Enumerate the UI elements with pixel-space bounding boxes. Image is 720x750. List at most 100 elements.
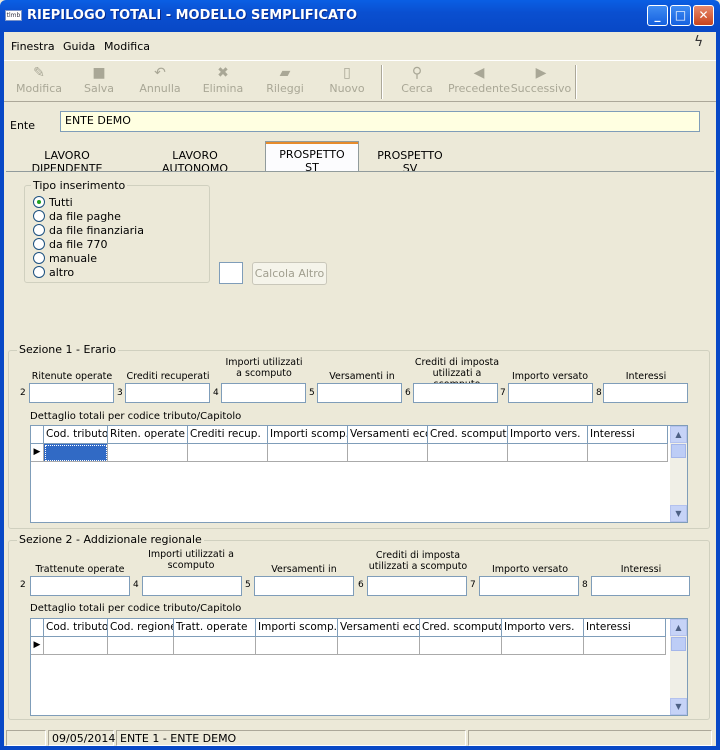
- menu-finestra[interactable]: Finestra: [11, 40, 55, 53]
- maximize-button[interactable]: □: [670, 5, 691, 26]
- tab-lavoro-autonomo[interactable]: LAVORO AUTONOMO: [131, 143, 259, 175]
- grid-cell[interactable]: [348, 444, 428, 462]
- elimina-button[interactable]: ✖ Elimina: [188, 65, 258, 99]
- grid-cell[interactable]: [428, 444, 508, 462]
- importi-scomputo-input[interactable]: [221, 383, 306, 403]
- cerca-button[interactable]: ⚲ Cerca: [382, 65, 452, 99]
- radio-label: altro: [49, 266, 75, 279]
- sezione-1-grid[interactable]: Cod. tributo/C Riten. operate Crediti re…: [30, 425, 688, 523]
- importo-versato-input[interactable]: [508, 383, 593, 403]
- minimize-button[interactable]: _: [647, 5, 668, 26]
- column-header[interactable]: Cod. tributo/C: [44, 619, 108, 637]
- tab-lavoro-dipendente[interactable]: LAVORO DIPENDENTE: [6, 143, 128, 175]
- interessi-input[interactable]: [591, 576, 690, 596]
- menu-modifica[interactable]: Modifica: [104, 40, 150, 53]
- versamenti-eccesso-input[interactable]: [254, 576, 354, 596]
- ente-field[interactable]: ENTE DEMO: [60, 111, 700, 132]
- importi-scomputo-input[interactable]: [142, 576, 242, 596]
- crediti-imposta-input[interactable]: [413, 383, 498, 403]
- column-header[interactable]: Riten. operate: [108, 426, 188, 444]
- grid-cell[interactable]: [588, 444, 668, 462]
- column-header[interactable]: Importi scomp.: [256, 619, 338, 637]
- grid-cell[interactable]: [108, 444, 188, 462]
- next-icon: ▶: [535, 65, 547, 81]
- section-legend: Sezione 1 - Erario: [17, 343, 119, 356]
- grid-cell[interactable]: [338, 637, 420, 655]
- vertical-scrollbar[interactable]: ▲ ▼: [670, 426, 687, 522]
- column-header[interactable]: Importo vers.: [508, 426, 588, 444]
- grid-cell[interactable]: [44, 637, 108, 655]
- calcola-altro-field[interactable]: [219, 262, 243, 284]
- close-button[interactable]: ✕: [693, 5, 714, 26]
- field-label: Interessi: [625, 371, 667, 382]
- column-header[interactable]: Tratt. operate: [174, 619, 256, 637]
- radio-tutti[interactable]: Tutti: [33, 196, 73, 209]
- scroll-down-icon[interactable]: ▼: [670, 505, 687, 522]
- column-header[interactable]: Importi scomp.: [268, 426, 348, 444]
- grid-cell[interactable]: [108, 637, 174, 655]
- versamenti-eccesso-input[interactable]: [317, 383, 402, 403]
- annulla-button[interactable]: ↶ Annulla: [125, 65, 195, 99]
- radio-manuale[interactable]: manuale: [33, 252, 97, 265]
- column-header[interactable]: Interessi: [584, 619, 666, 637]
- grid-cell[interactable]: [188, 444, 268, 462]
- successivo-button[interactable]: ▶ Successivo: [506, 65, 576, 99]
- rileggi-button[interactable]: ▰ Rileggi: [250, 65, 320, 99]
- toolbar: ✎ Modifica ■ Salva ↶ Annulla ✖ Elimina ▰ Rile…: [4, 60, 716, 102]
- interessi-input[interactable]: [603, 383, 688, 403]
- grid-cell[interactable]: [502, 637, 584, 655]
- scroll-up-icon[interactable]: ▲: [670, 426, 687, 443]
- grid-cell[interactable]: [508, 444, 588, 462]
- importo-versato-input[interactable]: [479, 576, 579, 596]
- column-header[interactable]: Interessi: [588, 426, 668, 444]
- crediti-recuperati-input[interactable]: [125, 383, 210, 403]
- calcola-altro-button[interactable]: Calcola Altro: [252, 262, 327, 285]
- ritenute-operate-input[interactable]: [29, 383, 114, 403]
- radio-altro[interactable]: altro: [33, 266, 74, 279]
- toolbar-label: Nuovo: [329, 82, 365, 95]
- scroll-thumb[interactable]: [671, 444, 686, 458]
- radio-da-file-770[interactable]: da file 770: [33, 238, 107, 251]
- title-bar[interactable]: tlmb RIEPILOGO TOTALI - MODELLO SEMPLIFI…: [0, 0, 720, 32]
- grid-cell[interactable]: [174, 637, 256, 655]
- vertical-scrollbar[interactable]: ▲ ▼: [670, 619, 687, 715]
- trattenute-operate-input[interactable]: [30, 576, 130, 596]
- save-icon: ■: [92, 65, 106, 81]
- lightning-icon[interactable]: ϟ: [694, 34, 703, 50]
- precedente-button[interactable]: ◀ Precedente: [444, 65, 514, 99]
- tab-prospetto-st[interactable]: PROSPETTO ST: [265, 141, 359, 174]
- undo-icon: ↶: [154, 65, 166, 81]
- column-header[interactable]: Cred. scomputo: [420, 619, 502, 637]
- field-label: Importo versato: [491, 564, 569, 575]
- scroll-thumb[interactable]: [671, 637, 686, 651]
- field-label: Crediti recuperati: [126, 371, 210, 382]
- column-header[interactable]: Importo vers.: [502, 619, 584, 637]
- radio-label: da file 770: [49, 238, 108, 251]
- column-header[interactable]: Cod. regione: [108, 619, 174, 637]
- window-frame-right: [716, 32, 720, 750]
- radio-da-file-paghe[interactable]: da file paghe: [33, 210, 121, 223]
- group-legend: Tipo inserimento: [31, 179, 128, 192]
- grid-cell[interactable]: [268, 444, 348, 462]
- column-header[interactable]: Versamenti ecc.: [338, 619, 420, 637]
- scroll-up-icon[interactable]: ▲: [670, 619, 687, 636]
- scroll-down-icon[interactable]: ▼: [670, 698, 687, 715]
- radio-da-file-finanziaria[interactable]: da file finanziaria: [33, 224, 144, 237]
- status-panel: [468, 730, 712, 746]
- grid-cell[interactable]: [584, 637, 666, 655]
- crediti-imposta-input[interactable]: [367, 576, 467, 596]
- tab-prospetto-sv[interactable]: PROSPETTO SV: [362, 143, 458, 175]
- column-header[interactable]: Crediti recup.: [188, 426, 268, 444]
- radio-icon: [33, 238, 45, 250]
- column-header[interactable]: Cred. scomputo: [428, 426, 508, 444]
- column-header[interactable]: Cod. tributo/C: [44, 426, 108, 444]
- menu-guida[interactable]: Guida: [63, 40, 95, 53]
- grid-cell[interactable]: [420, 637, 502, 655]
- column-header[interactable]: Versamenti ecc.: [348, 426, 428, 444]
- nuovo-button[interactable]: ▯ Nuovo: [312, 65, 382, 99]
- field-number: 5: [245, 580, 251, 590]
- sezione-2-grid[interactable]: Cod. tributo/C Cod. regione Tratt. opera…: [30, 618, 688, 716]
- grid-cell[interactable]: [256, 637, 338, 655]
- salva-button[interactable]: ■ Salva: [64, 65, 134, 99]
- grid-cell-selected[interactable]: [44, 444, 108, 462]
